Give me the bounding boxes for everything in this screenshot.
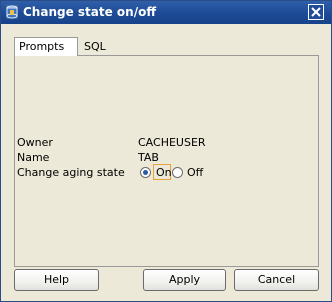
help-button[interactable]: Help <box>14 269 99 291</box>
dialog-content: Prompts SQL Owner CACHEUSER Name TAB Cha… <box>1 24 331 301</box>
apply-button-label: Apply <box>168 273 201 286</box>
cancel-button-label: Cancel <box>257 273 296 286</box>
radio-on[interactable] <box>140 167 151 178</box>
aging-state-label: Change aging state <box>17 166 125 179</box>
radio-off[interactable] <box>172 167 183 178</box>
owner-value: CACHEUSER <box>138 136 206 149</box>
tab-sql-label: SQL <box>84 40 106 53</box>
tab-prompts-label: Prompts <box>19 40 65 53</box>
dialog-window: Change state on/off Prompts SQL Owner CA… <box>0 0 332 302</box>
name-label: Name <box>17 151 50 164</box>
close-icon <box>311 7 321 17</box>
name-value: TAB <box>138 151 159 164</box>
radio-off-label[interactable]: Off <box>187 166 203 179</box>
title-bar[interactable]: Change state on/off <box>1 1 331 24</box>
cancel-button[interactable]: Cancel <box>234 269 319 291</box>
apply-button[interactable]: Apply <box>143 269 226 291</box>
window-title: Change state on/off <box>23 5 157 19</box>
database-icon <box>6 5 18 19</box>
owner-label: Owner <box>17 136 53 149</box>
tab-prompts[interactable]: Prompts <box>14 37 78 56</box>
radio-on-dot <box>143 170 148 175</box>
tab-sql[interactable]: SQL <box>79 37 119 55</box>
help-button-label: Help <box>43 273 70 286</box>
prompts-panel: Owner CACHEUSER Name TAB Change aging st… <box>14 55 319 267</box>
close-button[interactable] <box>308 4 324 20</box>
radio-on-label[interactable]: On <box>156 166 172 179</box>
